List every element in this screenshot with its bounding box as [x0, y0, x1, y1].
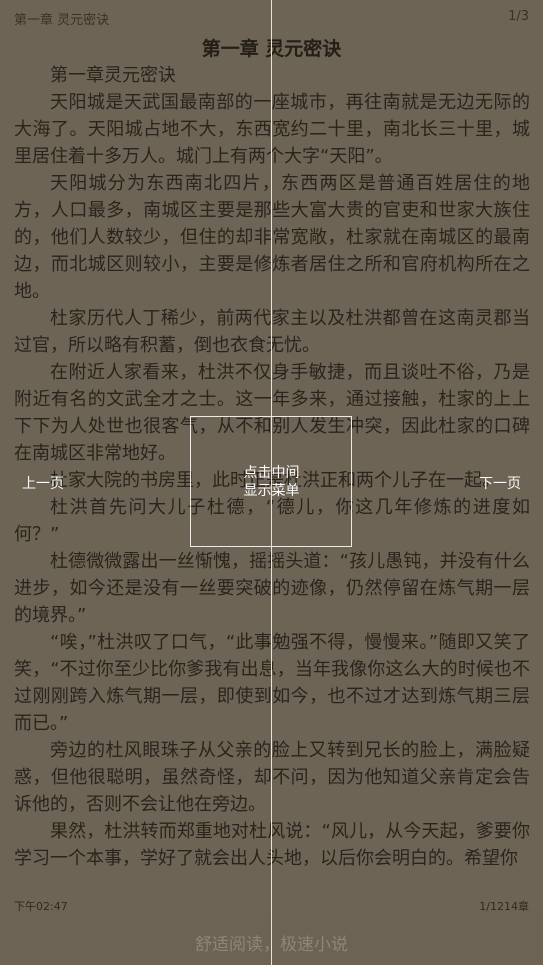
prev-page-zone[interactable] — [0, 0, 190, 910]
menu-hint-line2: 显示菜单 — [243, 483, 300, 499]
menu-hint-line1: 点击中间 — [243, 465, 300, 481]
next-page-zone[interactable] — [352, 0, 543, 910]
prev-page-label: 上一页 — [22, 476, 64, 492]
menu-hint: 点击中间 显示菜单 — [0, 464, 543, 500]
next-page-label: 下一页 — [479, 476, 521, 492]
